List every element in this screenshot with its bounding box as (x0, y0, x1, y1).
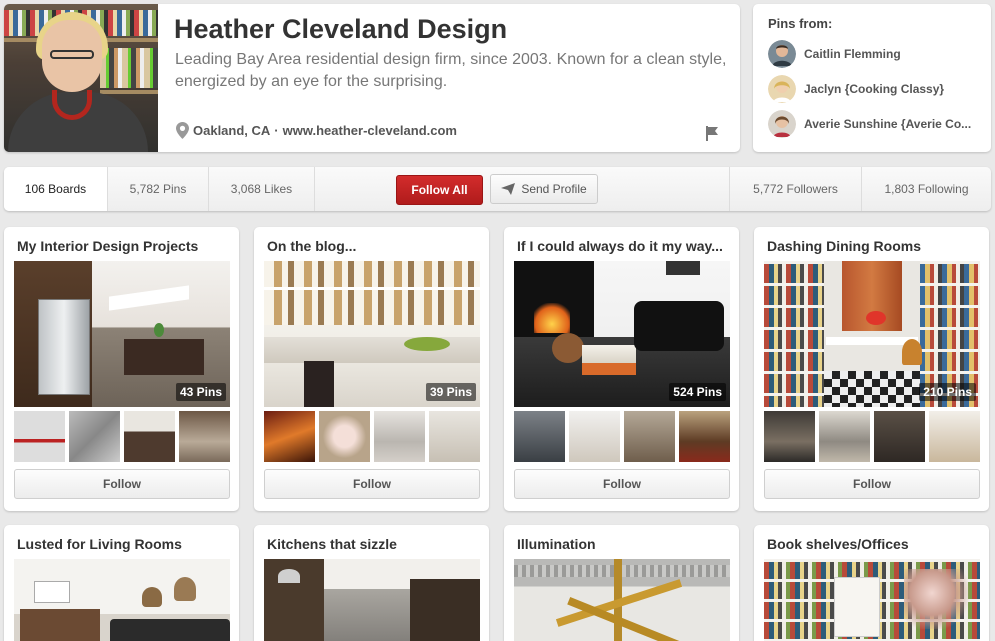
location-separator: · (274, 123, 279, 138)
board-thumbnail[interactable] (14, 411, 65, 462)
source-avatar (768, 40, 796, 68)
pin-count-badge: 524 Pins (669, 383, 726, 401)
board-thumbnail[interactable] (624, 411, 675, 462)
tab-following[interactable]: 1,803 Following (861, 167, 991, 211)
profile-description: Leading Bay Area residential design firm… (175, 51, 727, 90)
board-title[interactable]: Kitchens that sizzle (267, 536, 479, 552)
source-name: Jaclyn {Cooking Classy} (804, 82, 945, 96)
board-cover-image[interactable] (764, 559, 980, 641)
send-icon (501, 183, 516, 195)
board-cover-image[interactable]: 524 Pins (514, 261, 730, 407)
board-thumbnail[interactable] (514, 411, 565, 462)
board-cover-image[interactable]: 210 Pins (764, 261, 980, 407)
pin-count-badge: 43 Pins (175, 383, 226, 401)
tab-followers[interactable]: 5,772 Followers (729, 167, 861, 211)
board-cover-image[interactable]: 39 Pins (264, 261, 480, 407)
board-card[interactable]: On the blog... 39 Pins Follow (254, 227, 489, 511)
board-thumbnail[interactable] (124, 411, 175, 462)
board-follow-button[interactable]: Follow (764, 469, 980, 499)
board-thumbnail[interactable] (679, 411, 730, 462)
board-thumbnail[interactable] (264, 411, 315, 462)
board-thumbnail[interactable] (874, 411, 925, 462)
board-thumbnail[interactable] (374, 411, 425, 462)
tab-likes[interactable]: 3,068 Likes (209, 167, 315, 211)
source-name: Caitlin Flemming (804, 47, 901, 61)
board-card[interactable]: Dashing Dining Rooms 210 Pins Follow (754, 227, 989, 511)
board-card[interactable]: Lusted for Living Rooms (4, 525, 239, 641)
board-card[interactable]: Book shelves/Offices (754, 525, 989, 641)
board-cover-image[interactable]: 43 Pins (14, 261, 230, 407)
pin-count-badge: 39 Pins (425, 383, 476, 401)
follow-all-button[interactable]: Follow All (396, 175, 483, 205)
pins-from-title: Pins from: (768, 16, 833, 31)
board-card[interactable]: Kitchens that sizzle (254, 525, 489, 641)
board-cover-image[interactable] (14, 559, 230, 641)
board-thumbnail[interactable] (764, 411, 815, 462)
send-profile-label: Send Profile (521, 182, 587, 196)
board-follow-button[interactable]: Follow (514, 469, 730, 499)
pins-from-panel: Pins from: Caitlin Flemming Jaclyn {Cook… (753, 4, 991, 152)
source-avatar (768, 110, 796, 138)
location-pin-icon (176, 122, 189, 139)
board-thumbnail[interactable] (819, 411, 870, 462)
board-card[interactable]: Illumination (504, 525, 739, 641)
board-follow-button[interactable]: Follow (264, 469, 480, 499)
tab-pins[interactable]: 5,782 Pins (108, 167, 209, 211)
board-thumbnail[interactable] (319, 411, 370, 462)
send-profile-button[interactable]: Send Profile (490, 174, 598, 204)
pins-from-item[interactable]: Caitlin Flemming (768, 40, 901, 68)
board-card[interactable]: If I could always do it my way... 524 Pi… (504, 227, 739, 511)
board-card[interactable]: My Interior Design Projects 43 Pins Foll… (4, 227, 239, 511)
board-thumbnail[interactable] (69, 411, 120, 462)
profile-avatar[interactable] (4, 4, 158, 152)
board-title[interactable]: Lusted for Living Rooms (17, 536, 229, 552)
board-title[interactable]: If I could always do it my way... (517, 238, 729, 254)
location-row: Oakland, CA · www.heather-cleveland.com (176, 122, 457, 139)
board-title[interactable]: Dashing Dining Rooms (767, 238, 979, 254)
flag-icon[interactable] (704, 125, 720, 141)
profile-card: Heather Cleveland Design Leading Bay Are… (4, 4, 740, 152)
source-name: Averie Sunshine {Averie Co... (804, 117, 972, 131)
pins-from-item[interactable]: Jaclyn {Cooking Classy} (768, 75, 944, 103)
board-title[interactable]: Book shelves/Offices (767, 536, 979, 552)
board-follow-button[interactable]: Follow (14, 469, 230, 499)
board-thumbnail[interactable] (179, 411, 230, 462)
profile-name: Heather Cleveland Design (174, 14, 508, 44)
board-cover-image[interactable] (514, 559, 730, 641)
location-text: Oakland, CA (193, 123, 271, 138)
board-thumbnail[interactable] (569, 411, 620, 462)
pin-count-badge: 210 Pins (919, 383, 976, 401)
board-cover-image[interactable] (264, 559, 480, 641)
board-title[interactable]: On the blog... (267, 238, 479, 254)
board-title[interactable]: My Interior Design Projects (17, 238, 229, 254)
pins-from-item[interactable]: Averie Sunshine {Averie Co... (768, 110, 971, 138)
board-title[interactable]: Illumination (517, 536, 729, 552)
tab-boards[interactable]: 106 Boards (4, 167, 108, 211)
website-link[interactable]: www.heather-cleveland.com (283, 123, 457, 138)
source-avatar (768, 75, 796, 103)
board-thumbnail[interactable] (429, 411, 480, 462)
profile-tab-bar: 106 Boards 5,782 Pins 3,068 Likes Follow… (4, 167, 991, 211)
board-thumbnail[interactable] (929, 411, 980, 462)
